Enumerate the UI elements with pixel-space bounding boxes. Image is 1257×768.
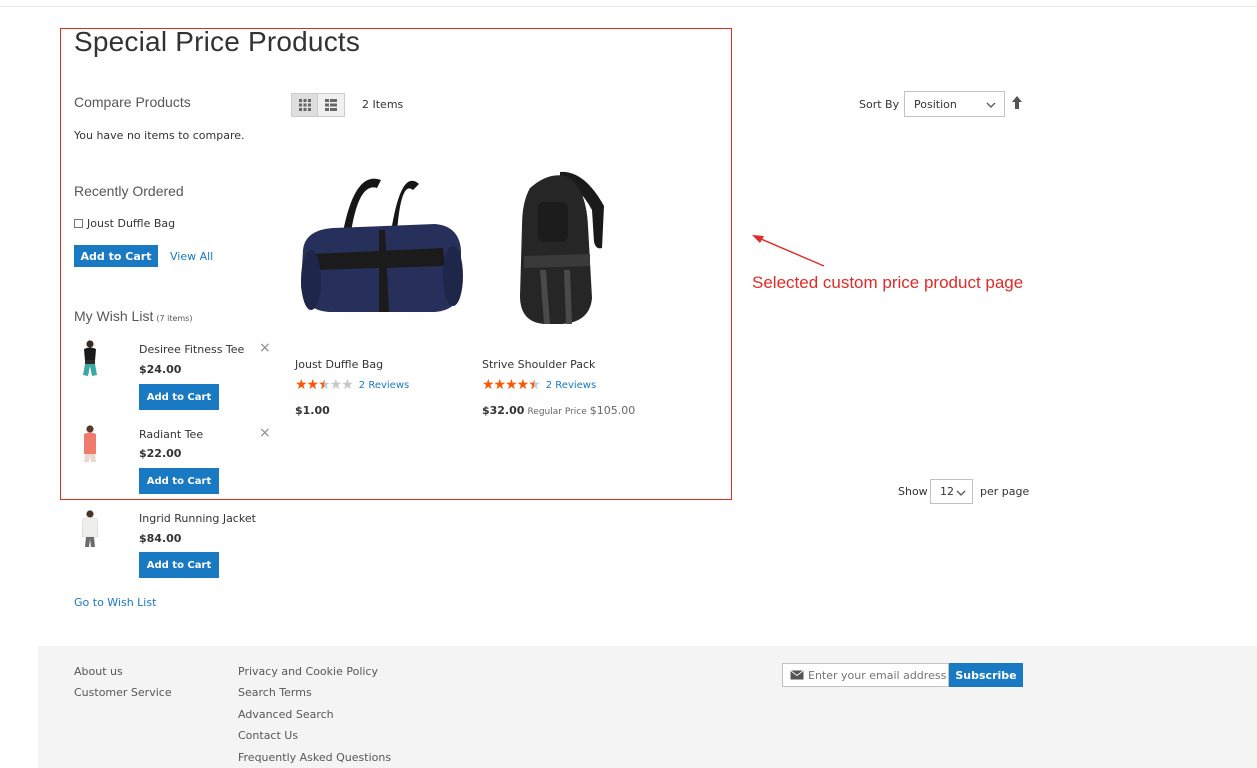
header-divider	[0, 0, 1257, 7]
wishlist-item-image[interactable]	[78, 509, 102, 549]
chevron-down-icon	[956, 490, 966, 496]
show-label: Show	[898, 485, 928, 498]
wishlist-item-name[interactable]: Ingrid Running Jacket	[139, 512, 256, 525]
sort-by-select[interactable]: Position	[904, 91, 1005, 117]
annotation-arrow	[748, 230, 828, 270]
arrow-icon	[752, 235, 825, 267]
footer-link-about[interactable]: About us	[74, 665, 123, 678]
footer-link-advanced-search[interactable]: Advanced Search	[238, 708, 334, 721]
annotation-label: Selected custom price product page	[752, 273, 1024, 292]
sort-direction-button[interactable]	[1012, 96, 1022, 110]
newsletter-email-input[interactable]	[804, 668, 946, 682]
footer	[38, 646, 1257, 768]
limiter-value: 12	[940, 485, 954, 498]
chevron-down-icon	[986, 102, 996, 108]
footer-link-privacy[interactable]: Privacy and Cookie Policy	[238, 665, 378, 678]
per-page-label: per page	[980, 485, 1030, 498]
wishlist-add-to-cart-button[interactable]: Add to Cart	[139, 552, 219, 578]
footer-link-faq[interactable]: Frequently Asked Questions	[238, 751, 391, 764]
sort-by-label: Sort By	[859, 98, 900, 111]
sort-by-value: Position	[914, 97, 957, 111]
footer-link-search-terms[interactable]: Search Terms	[238, 686, 312, 699]
arrow-up-icon	[1012, 96, 1022, 109]
subscribe-button[interactable]: Subscribe	[949, 663, 1023, 687]
wishlist-item-price: $84.00	[139, 532, 182, 545]
newsletter-field[interactable]	[782, 663, 949, 687]
annotation-highlight-box	[60, 28, 732, 500]
product-thumbnail-icon	[81, 510, 99, 547]
go-to-wishlist-link[interactable]: Go to Wish List	[74, 596, 156, 609]
footer-link-customer-service[interactable]: Customer Service	[74, 686, 172, 699]
footer-link-contact[interactable]: Contact Us	[238, 729, 298, 742]
limiter-select[interactable]: 12	[930, 479, 973, 504]
envelope-icon	[790, 670, 804, 680]
